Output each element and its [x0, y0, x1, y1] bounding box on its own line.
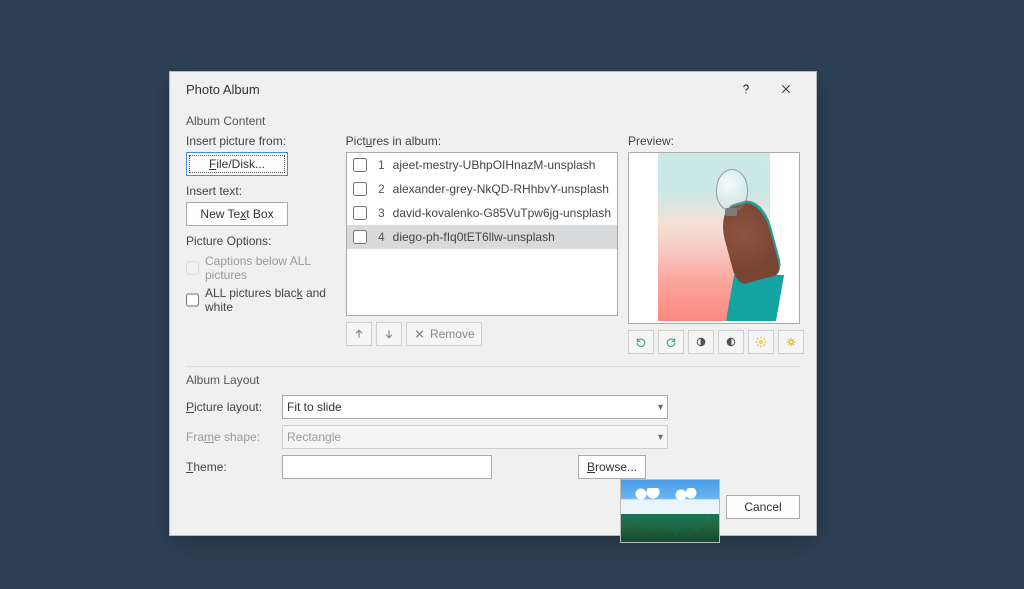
preview-label: Preview:: [628, 132, 800, 152]
picture-item-name: diego-ph-fIq0tET6llw-unsplash: [393, 230, 611, 244]
picture-item-name: ajeet-mestry-UBhpOIHnazM-unsplash: [393, 158, 611, 172]
theme-input[interactable]: [282, 455, 492, 479]
pictures-in-album-label: Pictures in album:: [346, 132, 618, 152]
arrow-up-icon: [353, 327, 365, 341]
rotate-right-icon: [665, 335, 677, 349]
album-content-heading: Album Content: [186, 112, 800, 132]
frame-shape-select: Rectangle ▾: [282, 425, 668, 449]
picture-options-label: Picture Options:: [186, 232, 336, 252]
brightness-up-icon: [755, 335, 767, 349]
picture-item-number: 4: [375, 230, 385, 244]
insert-picture-from-label: Insert picture from:: [186, 132, 336, 152]
arrow-down-icon: [383, 327, 395, 341]
brightness-up-button[interactable]: [748, 330, 774, 354]
rotate-left-button[interactable]: [628, 330, 654, 354]
picture-layout-label: Picture layout:: [186, 400, 276, 414]
picture-item-number: 1: [375, 158, 385, 172]
title-bar: Photo Album: [170, 72, 816, 106]
file-disk-button[interactable]: File/Disk...: [186, 152, 288, 176]
brightness-down-icon: [785, 335, 797, 349]
album-content-left: Insert picture from: File/Disk... Insert…: [186, 132, 336, 354]
browse-button[interactable]: Browse...: [578, 455, 646, 479]
picture-item-checkbox[interactable]: [353, 230, 367, 244]
photo-album-dialog: Photo Album Album Content Insert picture…: [169, 71, 817, 536]
preview-image: [658, 153, 770, 321]
contrast-down-icon: [725, 335, 737, 349]
x-icon: [413, 327, 426, 341]
picture-list-item[interactable]: 4 diego-ph-fIq0tET6llw-unsplash: [347, 225, 617, 249]
contrast-up-icon: [695, 335, 707, 349]
cancel-button[interactable]: Cancel: [726, 495, 800, 519]
layout-thumbnail: [620, 479, 720, 543]
chevron-down-icon: ▾: [658, 402, 663, 413]
move-up-button: [346, 322, 372, 346]
all-black-white-checkbox[interactable]: ALL pictures black and white: [186, 284, 336, 316]
help-icon: [739, 82, 753, 96]
picture-item-checkbox[interactable]: [353, 158, 367, 172]
contrast-down-button[interactable]: [718, 330, 744, 354]
insert-text-label: Insert text:: [186, 182, 336, 202]
picture-item-name: alexander-grey-NkQD-RHhbvY-unsplash: [393, 182, 611, 196]
picture-list-item[interactable]: 3 david-kovalenko-G85VuTpw6jg-unsplash: [347, 201, 617, 225]
pictures-listbox[interactable]: 1 ajeet-mestry-UBhpOIHnazM-unsplash 2 alexa…: [346, 152, 618, 316]
album-layout-heading: Album Layout: [186, 371, 800, 391]
brightness-down-button[interactable]: [778, 330, 804, 354]
picture-item-checkbox[interactable]: [353, 206, 367, 220]
preview-column: Preview:: [628, 132, 800, 354]
picture-item-checkbox[interactable]: [353, 182, 367, 196]
picture-item-number: 3: [375, 206, 385, 220]
remove-button: Remove: [406, 322, 482, 346]
help-button[interactable]: [726, 74, 766, 104]
chevron-down-icon: ▾: [658, 432, 663, 443]
rotate-right-button[interactable]: [658, 330, 684, 354]
picture-list-item[interactable]: 2 alexander-grey-NkQD-RHhbvY-unsplash: [347, 177, 617, 201]
rotate-left-icon: [635, 335, 647, 349]
contrast-up-button[interactable]: [688, 330, 714, 354]
captions-below-checkbox: Captions below ALL pictures: [186, 252, 336, 284]
window-title: Photo Album: [186, 82, 726, 97]
picture-item-name: david-kovalenko-G85VuTpw6jg-unsplash: [393, 206, 611, 220]
preview-box: [628, 152, 800, 324]
pictures-column: Pictures in album: 1 ajeet-mestry-UBhpOIH…: [346, 132, 618, 354]
close-button[interactable]: [766, 74, 806, 104]
new-text-box-button[interactable]: New Text Box: [186, 202, 288, 226]
move-down-button: [376, 322, 402, 346]
picture-list-item[interactable]: 1 ajeet-mestry-UBhpOIHnazM-unsplash: [347, 153, 617, 177]
picture-item-number: 2: [375, 182, 385, 196]
picture-layout-select[interactable]: Fit to slide ▾: [282, 395, 668, 419]
close-icon: [780, 83, 792, 95]
frame-shape-label: Frame shape:: [186, 430, 276, 444]
theme-label: Theme:: [186, 460, 276, 474]
